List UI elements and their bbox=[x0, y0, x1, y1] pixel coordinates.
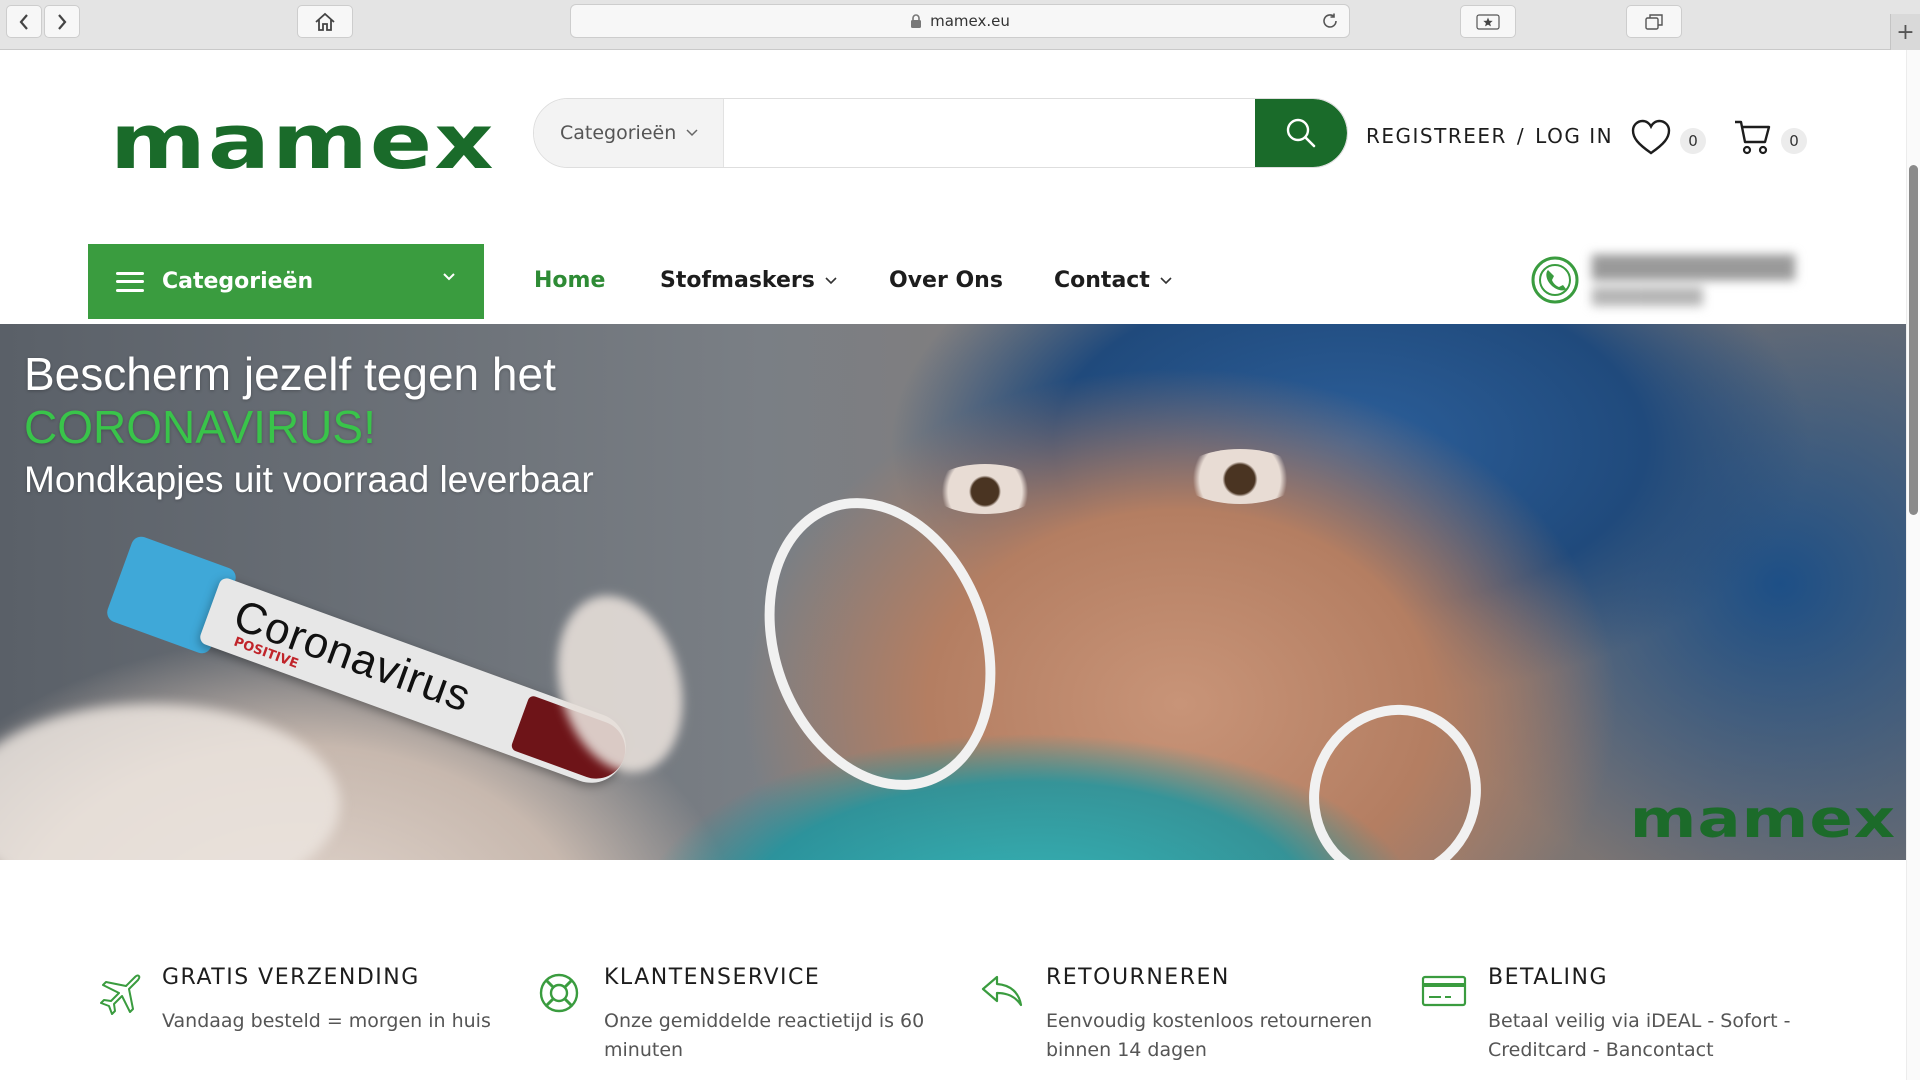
mask-strap bbox=[1279, 676, 1511, 860]
lifebuoy-icon bbox=[539, 973, 579, 1013]
browser-toolbar: mamex.eu + bbox=[0, 0, 1920, 50]
chevron-down-icon bbox=[1160, 276, 1172, 284]
wishlist-button[interactable]: 0 bbox=[1630, 118, 1706, 156]
chevron-down-icon bbox=[686, 129, 698, 137]
search-input[interactable] bbox=[724, 99, 1254, 167]
site-logo[interactable]: mamex bbox=[110, 105, 496, 180]
nav-stofmaskers[interactable]: Stofmaskers bbox=[660, 268, 837, 293]
hero-line-2: CORONAVIRUS! bbox=[24, 401, 376, 454]
airplane-icon bbox=[100, 974, 141, 1015]
hero-line-3: Mondkapjes uit voorraad leverbaar bbox=[24, 458, 594, 500]
page-scrollbar[interactable] bbox=[1906, 50, 1920, 1080]
register-link[interactable]: REGISTREER bbox=[1366, 124, 1507, 148]
hamburger-icon bbox=[116, 271, 144, 292]
home-icon bbox=[315, 12, 335, 31]
search-category-label: Categorieën bbox=[560, 122, 677, 144]
tabs-overview-button[interactable] bbox=[1626, 5, 1682, 38]
nav-stofmaskers-label: Stofmaskers bbox=[660, 268, 815, 293]
search-category-select[interactable]: Categorieën bbox=[534, 99, 724, 167]
feature-title: RETOURNEREN bbox=[1046, 965, 1230, 990]
search-button[interactable] bbox=[1255, 99, 1347, 167]
hero-line-1: Bescherm jezelf tegen het bbox=[24, 348, 556, 400]
feature-title: BETALING bbox=[1488, 965, 1609, 990]
cart-button[interactable]: 0 bbox=[1733, 118, 1807, 156]
feature-title: KLANTENSERVICE bbox=[604, 965, 821, 990]
nav-home-label: Home bbox=[534, 268, 606, 293]
new-tab-button[interactable]: + bbox=[1890, 14, 1920, 50]
nav-contact-label: Contact bbox=[1054, 268, 1150, 293]
feature-description: Eenvoudig kostenloos retourneren binnen … bbox=[1046, 1010, 1373, 1061]
cart-count-badge: 0 bbox=[1781, 128, 1807, 154]
eye-right bbox=[1180, 449, 1300, 504]
reload-icon[interactable] bbox=[1321, 12, 1339, 30]
feature-description: Vandaag besteld = morgen in huis bbox=[162, 1010, 491, 1032]
account-links: REGISTREER / LOG IN bbox=[1366, 124, 1613, 148]
home-button[interactable] bbox=[297, 5, 353, 38]
chevron-right-icon bbox=[58, 13, 67, 30]
plus-icon: + bbox=[1896, 19, 1915, 45]
chevron-down-icon bbox=[825, 276, 837, 284]
account-separator: / bbox=[1516, 124, 1526, 148]
eye-left bbox=[930, 464, 1040, 514]
nav-over-ons[interactable]: Over Ons bbox=[889, 268, 1003, 293]
bookmark-star-icon bbox=[1476, 13, 1500, 30]
login-link[interactable]: LOG IN bbox=[1535, 124, 1613, 148]
address-bar[interactable]: mamex.eu bbox=[570, 4, 1350, 38]
nav-contact[interactable]: Contact bbox=[1054, 268, 1172, 293]
lock-icon bbox=[911, 13, 922, 28]
search-icon bbox=[1286, 118, 1316, 148]
phone-contact-blurred: ████████████ █████████ bbox=[1592, 256, 1796, 306]
nav-home[interactable]: Home bbox=[534, 268, 605, 293]
categories-menu-button[interactable]: Categorieën bbox=[88, 244, 484, 319]
back-button[interactable] bbox=[6, 5, 42, 38]
bookmarks-button[interactable] bbox=[1460, 5, 1516, 38]
feature-description: Onze gemiddelde reactietijd is 60 minute… bbox=[604, 1010, 925, 1061]
hero-banner[interactable]: Coronavirus POSITIVE Bescherm jezelf teg… bbox=[0, 324, 1906, 860]
glove-hand bbox=[0, 704, 340, 860]
cart-icon bbox=[1735, 120, 1771, 155]
hero-watermark-logo: mamex bbox=[1629, 789, 1896, 850]
url-text: mamex.eu bbox=[930, 12, 1010, 30]
feature-title: GRATIS VERZENDING bbox=[162, 965, 420, 990]
phone-icon[interactable] bbox=[1530, 255, 1580, 305]
chevron-left-icon bbox=[19, 13, 28, 30]
scrollbar-thumb[interactable] bbox=[1909, 165, 1918, 515]
mask-strap bbox=[725, 465, 1035, 823]
heart-icon bbox=[1631, 119, 1671, 155]
credit-card-icon bbox=[1421, 975, 1467, 1007]
search-bar: Categorieën bbox=[533, 98, 1348, 168]
tabs-icon bbox=[1645, 13, 1663, 30]
nav-over-ons-label: Over Ons bbox=[889, 268, 1003, 293]
wishlist-count-badge: 0 bbox=[1680, 128, 1706, 154]
feature-description: Betaal veilig via iDEAL - Sofort - Credi… bbox=[1488, 1010, 1791, 1061]
categories-menu-label: Categorieën bbox=[162, 269, 314, 294]
forward-button[interactable] bbox=[44, 5, 80, 38]
chevron-down-icon bbox=[443, 273, 455, 281]
return-arrow-icon bbox=[981, 975, 1023, 1007]
hero-headline: Bescherm jezelf tegen het CORONAVIRUS! M… bbox=[24, 346, 594, 505]
